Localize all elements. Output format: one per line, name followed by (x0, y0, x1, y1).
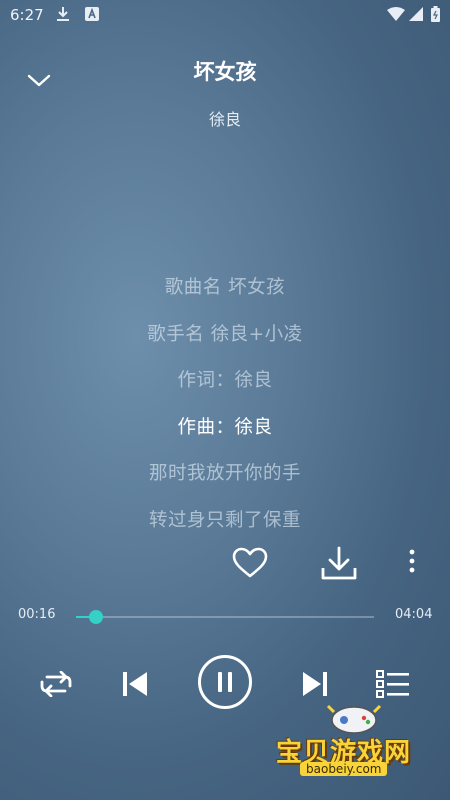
lyric-line: 作词：徐良 (177, 370, 273, 391)
heart-icon (232, 547, 268, 578)
watermark-url: baobeiy.com (300, 762, 388, 776)
song-title: 坏女孩 (193, 60, 257, 84)
next-button[interactable] (295, 664, 335, 704)
wifi-icon (386, 6, 406, 22)
lyric-line-current: 作曲：徐良 (177, 416, 273, 438)
lyric-line: 歌曲名 坏女孩 (164, 277, 286, 298)
download-icon (321, 546, 357, 580)
repeat-icon (40, 671, 72, 697)
lyric-line: 歌手名 徐良+小凌 (147, 323, 303, 345)
pause-button[interactable] (198, 655, 252, 709)
lyric-line: 转过身只剩了保重 (148, 509, 301, 531)
next-icon (303, 672, 327, 696)
artist-name: 徐良 (208, 110, 241, 129)
lyrics-panel[interactable]: 歌曲名 坏女孩 歌手名 徐良+小凌 作词：徐良 作曲：徐良 那时我放开你的手 转… (0, 272, 450, 551)
battery-icon (430, 6, 440, 22)
playlist-button[interactable] (372, 664, 414, 704)
current-time: 00:16 (18, 607, 56, 622)
more-icon (409, 549, 415, 573)
total-time: 04:04 (395, 607, 433, 622)
signal-icon (408, 6, 424, 22)
a-badge-icon (84, 6, 100, 22)
progress-thumb[interactable] (88, 610, 103, 624)
gamepad-logo-icon (326, 704, 382, 734)
lyric-line: 那时我放开你的手 (148, 463, 301, 484)
more-options-button[interactable] (400, 544, 424, 578)
previous-icon (123, 672, 147, 696)
repeat-button[interactable] (36, 664, 76, 704)
playlist-icon (376, 670, 409, 698)
download-button[interactable] (318, 542, 360, 584)
status-bar: 6:27 (0, 0, 450, 30)
previous-button[interactable] (115, 664, 155, 704)
progress-track[interactable] (76, 616, 374, 618)
download-icon (55, 6, 71, 22)
status-time: 6:27 (10, 6, 44, 24)
favorite-button[interactable] (229, 542, 271, 584)
pause-icon (218, 672, 232, 692)
